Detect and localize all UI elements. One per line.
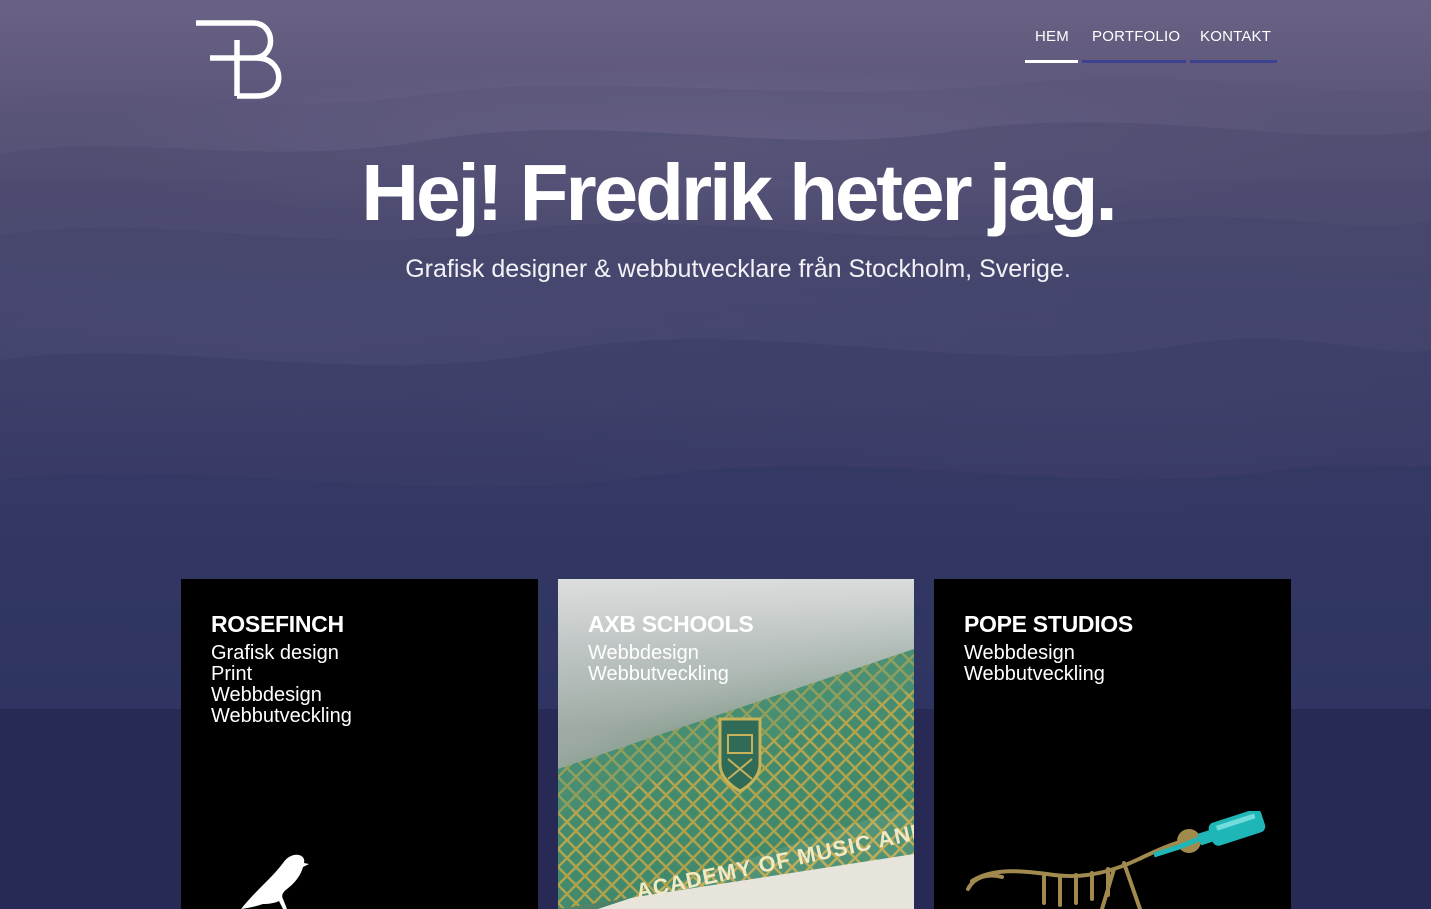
main-nav: HEM PORTFOLIO KONTAKT bbox=[1025, 22, 1277, 63]
card-tag: Webbutveckling bbox=[211, 705, 352, 727]
portfolio-card-axb-schools[interactable]: ACADEMY OF MUSIC AND BUSINESS AXB SCHOOL… bbox=[558, 579, 914, 909]
bird-icon bbox=[241, 854, 309, 909]
card-tags: Webbdesign Webbutveckling bbox=[964, 643, 1105, 685]
card-title: AXB SCHOOLS bbox=[588, 611, 754, 637]
card-title: POPE STUDIOS bbox=[964, 611, 1133, 637]
card-tag: Grafisk design bbox=[211, 642, 339, 664]
hero-title: Hej! Fredrik heter jag. bbox=[361, 148, 1117, 237]
card-tag: Webbutveckling bbox=[964, 663, 1105, 685]
card-title: ROSEFINCH bbox=[211, 611, 344, 637]
card-tag: Webbdesign bbox=[964, 642, 1075, 664]
card-tag: Webbdesign bbox=[211, 684, 322, 706]
skeleton-bottle-illustration bbox=[966, 811, 1266, 909]
card-tag: Print bbox=[211, 663, 253, 685]
portfolio-card-pope-studios[interactable]: POPE STUDIOS Webbdesign Webbutveckling bbox=[934, 579, 1291, 909]
fb-logo[interactable] bbox=[195, 20, 285, 100]
hero-subtitle: Grafisk designer & webbutvecklare från S… bbox=[405, 255, 1071, 283]
nav-item-kontakt[interactable]: KONTAKT bbox=[1190, 22, 1277, 63]
portfolio-card-rosefinch[interactable]: ROSEFINCH Grafisk design Print Webbdesig… bbox=[181, 579, 538, 909]
nav-item-hem[interactable]: HEM bbox=[1025, 22, 1078, 63]
card-tag: Webbutveckling bbox=[588, 663, 729, 685]
card-tag: Webbdesign bbox=[588, 642, 699, 664]
card-tags: Webbdesign Webbutveckling bbox=[588, 643, 729, 685]
card-tags: Grafisk design Print Webbdesign Webbutve… bbox=[211, 643, 352, 727]
nav-item-portfolio[interactable]: PORTFOLIO bbox=[1082, 22, 1186, 63]
